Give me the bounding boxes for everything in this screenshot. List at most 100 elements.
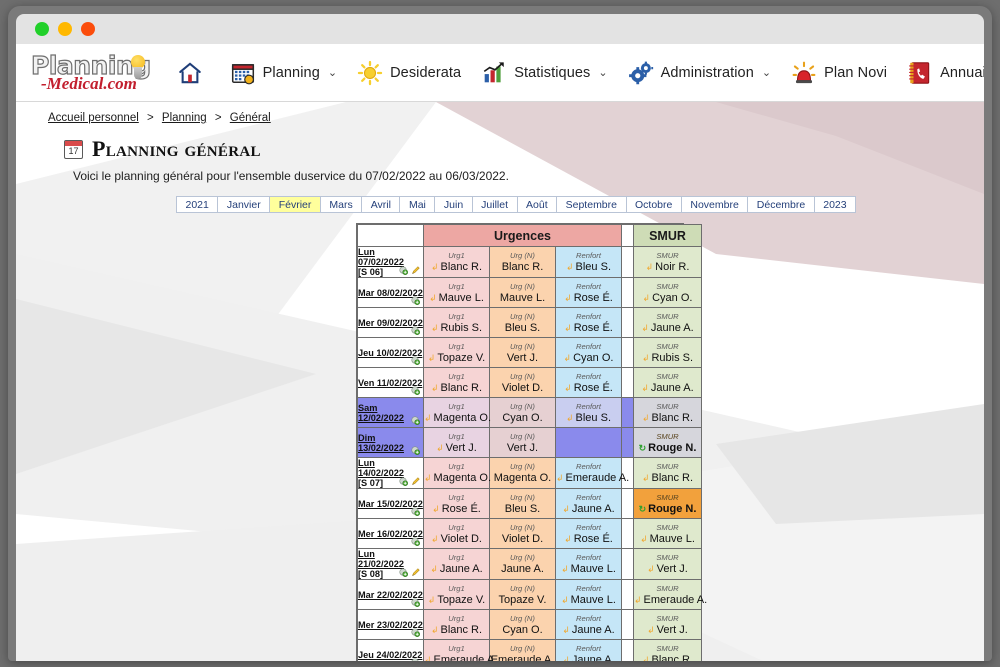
shift-cell-smur[interactable]: SMUR ↲ Cyan O.: [633, 277, 702, 308]
shift-cell-smur[interactable]: SMUR ↲ Mauve L.: [633, 518, 702, 549]
edit-icon[interactable]: [411, 477, 420, 486]
shift-cell-un[interactable]: Urg (N) Bleu S.: [489, 307, 556, 338]
shift-cell-ren[interactable]: Renfort ↲ Jaune A.: [555, 639, 622, 661]
shift-cell-u1[interactable]: Urg1 ↲ Magenta O.: [423, 397, 491, 428]
shift-cell-ren[interactable]: Renfort ↲ Mauve L.: [555, 548, 622, 580]
date-cell[interactable]: Jeu 10/02/2022: [357, 337, 424, 368]
month-tab-aot[interactable]: Août: [517, 197, 558, 212]
nav-item-administration[interactable]: Administration ⌄: [628, 60, 771, 86]
shift-cell-un[interactable]: Urg (N) Magenta O.: [489, 457, 556, 489]
add-icon[interactable]: [411, 416, 420, 425]
month-tab-juin[interactable]: Juin: [435, 197, 473, 212]
shift-cell-u1[interactable]: Urg1 ↲ Violet D.: [423, 518, 490, 549]
shift-cell-u1[interactable]: Urg1 ↲ Topaze V.: [423, 337, 490, 368]
month-tab-octobre[interactable]: Octobre: [626, 197, 682, 212]
shift-cell-un[interactable]: Urg (N) Emeraude A.: [489, 639, 556, 661]
shift-cell-smur[interactable]: SMUR ↲ Vert J.: [633, 548, 702, 580]
add-icon[interactable]: [399, 568, 408, 577]
shift-cell-ren[interactable]: Renfort ↲ Emeraude A.: [555, 457, 629, 489]
add-icon[interactable]: [411, 628, 420, 637]
month-tab-mai[interactable]: Mai: [400, 197, 436, 212]
shift-cell-un[interactable]: Urg (N) Blanc R.: [489, 246, 556, 278]
shift-cell-un[interactable]: Urg (N) Mauve L.: [489, 277, 556, 308]
shift-cell-ren[interactable]: Renfort ↲ Rose É.: [555, 307, 622, 338]
shift-cell-un[interactable]: Urg (N) Violet D.: [489, 518, 556, 549]
shift-cell-u1[interactable]: Urg1 ↲ Blanc R.: [423, 367, 490, 398]
shift-cell-un[interactable]: Urg (N) Jaune A.: [489, 548, 556, 580]
date-cell[interactable]: Mar 08/02/2022: [357, 277, 424, 308]
add-icon[interactable]: [399, 477, 408, 486]
date-cell[interactable]: Mer 09/02/2022: [357, 307, 424, 338]
add-icon[interactable]: [411, 386, 420, 395]
month-tab-avril[interactable]: Avril: [362, 197, 401, 212]
shift-cell-smur[interactable]: SMUR ↻ Rouge N.: [633, 488, 702, 519]
shift-cell-u1[interactable]: Urg1 ↲ Blanc R.: [423, 246, 490, 278]
month-tab-novembre[interactable]: Novembre: [681, 197, 749, 212]
add-icon[interactable]: [411, 507, 420, 516]
edit-icon[interactable]: [411, 568, 420, 577]
month-tab-mars[interactable]: Mars: [320, 197, 363, 212]
add-icon[interactable]: [411, 598, 420, 607]
shift-cell-u1[interactable]: Urg1 ↲ Blanc R.: [423, 609, 490, 640]
shift-cell-ren[interactable]: Renfort ↲ Rose É.: [555, 518, 622, 549]
nav-item-planning[interactable]: Planning ⌄: [230, 60, 337, 86]
breadcrumb-item-accueil[interactable]: Accueil personnel: [48, 112, 139, 124]
date-cell[interactable]: Mar 22/02/2022: [357, 579, 424, 610]
breadcrumb-item-general[interactable]: Général: [230, 112, 271, 124]
shift-cell-u1[interactable]: Urg1 ↲ Emeraude A.: [423, 639, 497, 661]
shift-cell-smur[interactable]: SMUR ↲ Blanc R.: [633, 397, 702, 428]
breadcrumb-item-planning[interactable]: Planning: [162, 112, 207, 124]
window-maximize-button[interactable]: [81, 22, 95, 36]
shift-cell-u1[interactable]: Urg1 ↲ Jaune A.: [423, 548, 490, 580]
shift-cell-un[interactable]: Urg (N) Cyan O.: [489, 397, 556, 428]
shift-cell-u1[interactable]: Urg1 ↲ Magenta O.: [423, 457, 491, 489]
shift-cell-smur[interactable]: SMUR ↲ Emeraude A.: [633, 579, 707, 610]
edit-icon[interactable]: [411, 266, 420, 275]
nav-item-plan-novi[interactable]: Plan Novi: [791, 60, 887, 86]
shift-cell-ren[interactable]: Renfort ↲ Jaune A.: [555, 609, 622, 640]
shift-cell-un[interactable]: Urg (N) Topaze V.: [489, 579, 556, 610]
site-logo[interactable]: Planning -Medical.com: [30, 52, 151, 92]
shift-cell-smur[interactable]: SMUR ↲ Jaune A.: [633, 307, 702, 338]
add-icon[interactable]: [411, 537, 420, 546]
date-cell[interactable]: Mer 23/02/2022: [357, 609, 424, 640]
shift-cell-smur[interactable]: SMUR ↲ Noir R.: [633, 246, 702, 278]
date-cell[interactable]: Lun 14/02/2022 [S 07]: [357, 457, 424, 489]
nav-item-desiderata[interactable]: Desiderata: [357, 60, 461, 86]
shift-cell-smur[interactable]: SMUR ↻ Rouge N.: [633, 427, 702, 458]
shift-cell-ren[interactable]: Renfort ↲ Bleu S.: [555, 246, 622, 278]
add-icon[interactable]: [411, 446, 420, 455]
shift-cell-smur[interactable]: SMUR ↲ Vert J.: [633, 609, 702, 640]
add-icon[interactable]: [411, 296, 420, 305]
date-cell[interactable]: Mer 16/02/2022: [357, 518, 424, 549]
month-tab-fvrier[interactable]: Février: [270, 197, 321, 212]
shift-cell-un[interactable]: Urg (N) Vert J.: [489, 427, 556, 458]
shift-cell-un[interactable]: Urg (N) Violet D.: [489, 367, 556, 398]
nav-item-home[interactable]: [177, 60, 210, 86]
shift-cell-un[interactable]: Urg (N) Vert J.: [489, 337, 556, 368]
shift-cell-u1[interactable]: Urg1 ↲ Mauve L.: [423, 277, 490, 308]
add-icon[interactable]: [411, 658, 420, 661]
shift-cell-u1[interactable]: Urg1 ↲ Topaze V.: [423, 579, 490, 610]
nav-item-statistiques[interactable]: Statistiques ⌄: [481, 60, 608, 86]
date-cell[interactable]: Sam 12/02/2022: [357, 397, 424, 428]
window-close-button[interactable]: [35, 22, 49, 36]
shift-cell-u1[interactable]: Urg1 ↲ Vert J.: [423, 427, 490, 458]
shift-cell-smur[interactable]: SMUR ↲ Jaune A.: [633, 367, 702, 398]
shift-cell-un[interactable]: Urg (N) Cyan O.: [489, 609, 556, 640]
month-tab-2021[interactable]: 2021: [177, 197, 219, 212]
shift-cell-ren[interactable]: Renfort ↲ Rose É.: [555, 367, 622, 398]
month-tab-juillet[interactable]: Juillet: [472, 197, 518, 212]
date-cell[interactable]: Lun 21/02/2022 [S 08]: [357, 548, 424, 580]
shift-cell-ren[interactable]: Renfort ↲ Bleu S.: [555, 397, 622, 428]
date-cell[interactable]: Ven 11/02/2022: [357, 367, 424, 398]
month-tab-septembre[interactable]: Septembre: [557, 197, 627, 212]
date-cell[interactable]: Lun 07/02/2022 [S 06]: [357, 246, 424, 278]
month-tab-2023[interactable]: 2023: [814, 197, 856, 212]
shift-cell-ren[interactable]: Renfort ↲ Rose É.: [555, 277, 622, 308]
shift-cell-ren[interactable]: Renfort ↲ Jaune A.: [555, 488, 622, 519]
shift-cell-smur[interactable]: SMUR ↲ Blanc R.: [633, 639, 702, 661]
month-tab-janvier[interactable]: Janvier: [218, 197, 271, 212]
shift-cell-ren[interactable]: Renfort ↲ Cyan O.: [555, 337, 622, 368]
month-tab-dcembre[interactable]: Décembre: [748, 197, 815, 212]
